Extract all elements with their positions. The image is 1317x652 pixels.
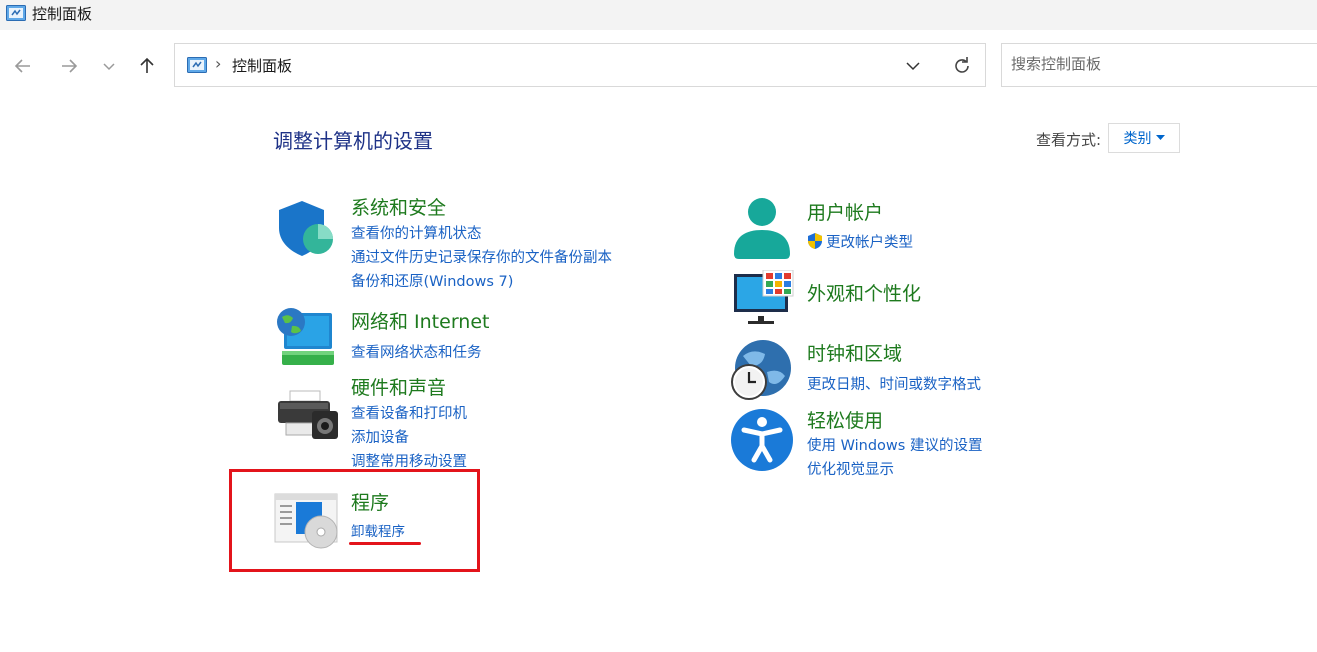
arrow-right-icon bbox=[62, 59, 78, 73]
recent-locations-button[interactable] bbox=[95, 52, 123, 80]
link-change-account-type[interactable]: 更改帐户类型 bbox=[826, 231, 913, 252]
link-optimize-visual-display[interactable]: 优化视觉显示 bbox=[807, 458, 894, 479]
clock-globe-icon bbox=[731, 340, 791, 400]
breadcrumb-control-panel[interactable]: 控制面板 bbox=[232, 55, 292, 76]
refresh-icon[interactable] bbox=[951, 55, 973, 77]
chevron-down-icon bbox=[103, 63, 115, 71]
arrow-up-icon bbox=[140, 57, 154, 73]
category-system-security[interactable]: 系统和安全 bbox=[351, 193, 446, 220]
appearance-icon bbox=[734, 270, 794, 324]
back-button[interactable] bbox=[9, 52, 37, 80]
page-title: 调整计算机的设置 bbox=[273, 129, 433, 153]
category-ease-of-access[interactable]: 轻松使用 bbox=[807, 406, 883, 433]
caret-down-icon bbox=[1155, 135, 1165, 140]
title-bar: 控制面板 bbox=[0, 0, 1317, 30]
link-view-computer-status[interactable]: 查看你的计算机状态 bbox=[351, 222, 482, 243]
printer-icon bbox=[278, 390, 338, 439]
forward-button[interactable] bbox=[55, 52, 83, 80]
category-network-internet[interactable]: 网络和 Internet bbox=[351, 307, 489, 334]
link-network-status[interactable]: 查看网络状态和任务 bbox=[351, 341, 482, 362]
breadcrumb-separator: › bbox=[215, 54, 222, 73]
view-by-dropdown[interactable]: 类别 bbox=[1108, 123, 1180, 153]
uac-shield-icon bbox=[808, 233, 822, 249]
arrow-left-icon bbox=[14, 59, 30, 73]
ease-of-access-icon bbox=[731, 409, 793, 471]
chevron-down-icon[interactable] bbox=[903, 56, 923, 76]
link-add-device[interactable]: 添加设备 bbox=[351, 426, 409, 447]
address-bar[interactable]: › 控制面板 bbox=[174, 43, 986, 87]
shield-icon bbox=[279, 201, 333, 256]
network-icon bbox=[277, 308, 334, 365]
view-by-label: 查看方式: bbox=[1036, 131, 1102, 149]
user-icon bbox=[734, 198, 790, 259]
category-hardware-sound[interactable]: 硬件和声音 bbox=[351, 373, 446, 400]
link-change-date-time-format[interactable]: 更改日期、时间或数字格式 bbox=[807, 373, 981, 394]
link-windows-recommended-settings[interactable]: 使用 Windows 建议的设置 bbox=[807, 434, 982, 455]
search-input[interactable] bbox=[1011, 55, 1311, 73]
category-clock-region[interactable]: 时钟和区域 bbox=[807, 339, 902, 366]
up-button[interactable] bbox=[133, 52, 161, 80]
link-devices-printers[interactable]: 查看设备和打印机 bbox=[351, 402, 467, 423]
link-file-history[interactable]: 通过文件历史记录保存你的文件备份副本 bbox=[351, 246, 612, 267]
control-panel-icon bbox=[187, 57, 207, 73]
view-by-value: 类别 bbox=[1123, 131, 1152, 147]
category-appearance[interactable]: 外观和个性化 bbox=[807, 279, 921, 306]
annotation-highlight-box bbox=[229, 469, 480, 572]
control-panel-icon bbox=[6, 5, 26, 21]
link-mobility-settings[interactable]: 调整常用移动设置 bbox=[351, 450, 467, 471]
link-backup-restore[interactable]: 备份和还原(Windows 7) bbox=[351, 270, 513, 291]
category-user-accounts[interactable]: 用户帐户 bbox=[807, 198, 883, 225]
window-title: 控制面板 bbox=[32, 5, 93, 23]
search-box[interactable] bbox=[1001, 43, 1317, 87]
